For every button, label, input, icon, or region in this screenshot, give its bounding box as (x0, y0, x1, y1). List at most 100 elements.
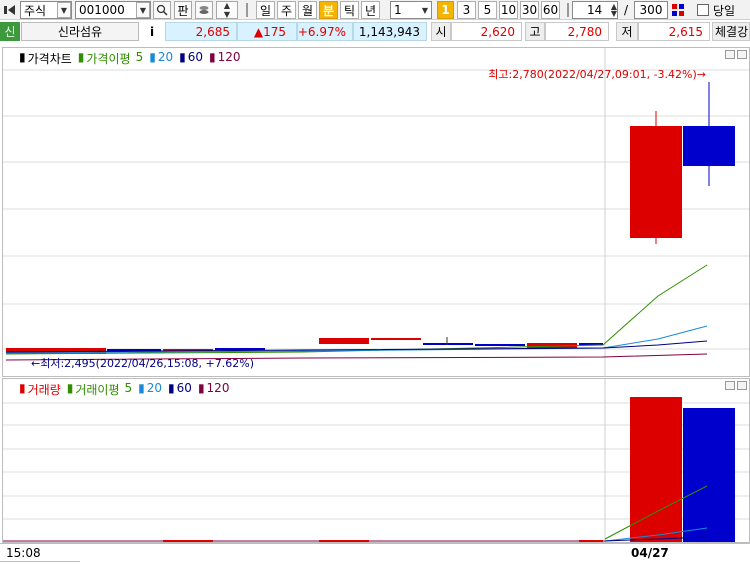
period-label: 일 (259, 3, 272, 18)
total-input[interactable]: 300 (634, 1, 668, 19)
stock-name[interactable]: 신라섬유 (21, 22, 139, 41)
volume-value: 1,143,943 (353, 22, 427, 41)
interval-1[interactable]: 1 (437, 1, 454, 19)
info-icon: i (149, 24, 155, 39)
interval-label: 5 (483, 3, 492, 17)
spin-button[interactable]: ▲ ▼ (216, 1, 238, 19)
candle-prev (371, 338, 421, 340)
high-text: 2,780 (567, 24, 602, 39)
period-label: 주 (280, 3, 293, 18)
low-annotation: ←최저:2,495(2022/04/26,15:08, +7.62%) (31, 357, 254, 370)
stack-button[interactable] (195, 1, 213, 19)
badge-text: 신 (4, 25, 16, 39)
x-axis-right-label: 04/27 (631, 546, 669, 560)
interval-30[interactable]: 30 (520, 1, 539, 19)
open-value: 2,620 (451, 22, 522, 41)
x-axis: 15:08 04/27 (0, 543, 750, 564)
stock-name-text: 신라섬유 (57, 25, 103, 39)
interval-label: 1 (441, 3, 450, 17)
volume-bar-prev (319, 540, 369, 542)
volume-chart-panel[interactable]: ▮ 거래량 ▮ 거래이평 5 ▮ 20 ▮ 60 ▮ 120 (2, 378, 750, 543)
low-text: 2,615 (668, 24, 703, 39)
interval-10[interactable]: 10 (499, 1, 518, 19)
pin-icon[interactable] (2, 1, 18, 19)
divider (246, 3, 248, 17)
count-stepper[interactable]: 14 ▲ ▼ (572, 1, 618, 19)
toolbar: 주식 ▼ 001000 ▼ 판 ▲ ▼ 일 주 월 분 틱 년 1 ▼ 1 3 5… (0, 0, 750, 20)
interval-5[interactable]: 5 (478, 1, 497, 19)
change-percent: +6.97% (297, 22, 353, 41)
x-axis-left-label: 15:08 (6, 546, 41, 560)
high-label-text: 고 (529, 25, 541, 39)
chevron-down-icon: ▼ (421, 5, 429, 15)
slash: / (620, 1, 632, 19)
candle-prev (319, 338, 369, 344)
chevron-down-icon: ▼ (57, 2, 71, 18)
code-input-value: 001000 (79, 3, 125, 17)
high-value: 2,780 (545, 22, 609, 41)
search-icon (156, 4, 168, 16)
spin-down-icon[interactable]: ▼ (224, 10, 230, 19)
info-button[interactable]: i (142, 22, 162, 41)
period-label: 틱 (343, 3, 356, 18)
period-year[interactable]: 년 (361, 1, 380, 19)
count-value: 14 (587, 3, 603, 17)
price-text: 2,685 (195, 24, 230, 39)
interval-select[interactable]: 1 ▼ (390, 1, 432, 19)
interval-60[interactable]: 60 (541, 1, 560, 19)
interval-label: 10 (500, 3, 517, 17)
current-price: 2,685 (165, 22, 237, 41)
period-week[interactable]: 주 (277, 1, 296, 19)
low-value: 2,615 (638, 22, 710, 41)
volume-chart-svg (3, 379, 749, 542)
view-button[interactable]: 판 (174, 1, 192, 19)
spin-up-icon[interactable]: ▲ (224, 1, 230, 10)
volume-bar-0901 (683, 408, 735, 542)
period-minute[interactable]: 분 (319, 1, 338, 19)
checkbox-label: 당일 (713, 3, 736, 18)
price-chart-svg: 최고:2,780(2022/04/27,09:01, -3.42%)→ ←최저:… (3, 48, 749, 376)
period-label: 년 (364, 3, 377, 18)
interval-label: 30 (521, 3, 538, 17)
divider (567, 3, 569, 17)
market-select-value: 주식 (24, 3, 47, 18)
period-label: 분 (322, 3, 335, 18)
price-change: ▲175 (237, 22, 297, 41)
low-label: 저 (616, 22, 638, 41)
strength-label: 체결강 (712, 22, 750, 41)
total-value: 300 (639, 3, 663, 17)
volume-bar-prev (579, 540, 603, 542)
candle-0901 (683, 126, 735, 166)
volume-text: 1,143,943 (358, 24, 420, 39)
market-select[interactable]: 주식 ▼ (20, 1, 72, 19)
grid-icon[interactable] (670, 1, 686, 19)
quote-bar: 신 신라섬유 i 2,685 ▲175 +6.97% 1,143,943 시 2… (0, 21, 750, 42)
candle-prev (215, 348, 265, 350)
period-tick[interactable]: 틱 (340, 1, 359, 19)
candle-prev (423, 343, 473, 345)
open-text: 2,620 (480, 24, 515, 39)
volume-bar-prev (163, 540, 213, 542)
interval-label: 3 (462, 3, 471, 17)
volume-bar-0900 (630, 397, 682, 542)
search-button[interactable] (153, 1, 171, 19)
chevron-down-icon: ▼ (136, 2, 150, 18)
period-month[interactable]: 월 (298, 1, 317, 19)
period-day[interactable]: 일 (256, 1, 275, 19)
price-chart-panel[interactable]: ▮ 가격차트 ▮ 가격이평 5 ▮ 20 ▮ 60 ▮ 120 최고:2,780… (2, 47, 750, 377)
high-annotation: 최고:2,780(2022/04/27,09:01, -3.42%)→ (488, 68, 706, 81)
change-text: ▲175 (253, 24, 286, 39)
open-label-text: 시 (435, 25, 447, 39)
change-pct-text: +6.97% (297, 24, 346, 39)
status-badge: 신 (0, 22, 20, 41)
candle-prev (475, 344, 525, 346)
scrollbar[interactable] (0, 561, 80, 565)
open-label: 시 (431, 22, 451, 41)
interval-select-value: 1 (394, 3, 402, 17)
today-checkbox[interactable]: 당일 (697, 1, 749, 19)
stepper-arrows[interactable]: ▲ ▼ (611, 3, 617, 18)
code-input[interactable]: 001000 ▼ (75, 1, 151, 19)
period-label: 월 (301, 3, 314, 18)
interval-3[interactable]: 3 (457, 1, 476, 19)
checkbox-box[interactable] (697, 4, 709, 16)
